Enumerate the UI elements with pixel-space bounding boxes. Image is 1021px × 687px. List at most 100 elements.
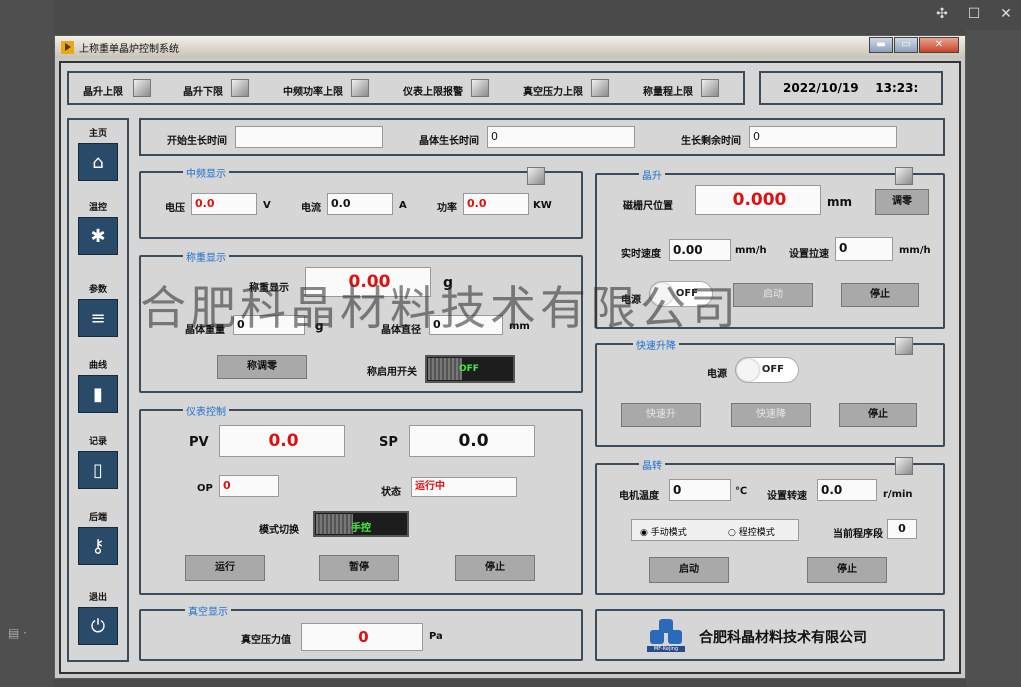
crystal-rotation-group: 晶转 电机温度 0 ℃ 设置转速 0.0 r/min ◉ 手动模式 ○ 程控模式…	[595, 457, 945, 595]
crystal-weight-label: 晶体重量	[185, 325, 225, 336]
datetime-panel: 2022/10/19 13:23:	[759, 71, 943, 105]
segment-label: 当前程序段	[833, 529, 883, 540]
nav-item-home[interactable]: 主页 ⌂	[69, 126, 127, 181]
motor-temp-field[interactable]: 0	[669, 479, 731, 501]
home-icon[interactable]: ⌂	[78, 143, 118, 181]
alarm-led	[471, 79, 489, 97]
op-field[interactable]: 0	[219, 475, 279, 497]
current-unit: A	[399, 200, 407, 211]
fast-up-button[interactable]: 快速升	[621, 403, 701, 427]
diameter-field[interactable]: 0	[429, 315, 503, 335]
maximize-button[interactable]: ▭	[894, 37, 918, 53]
program-mode-radio[interactable]: ○ 程控模式	[728, 525, 775, 538]
weigh-enable-switch[interactable]: OFF	[425, 355, 515, 383]
set-speed-field[interactable]: 0	[835, 237, 893, 261]
rot-speed-label: 设置转速	[767, 491, 807, 502]
lift-led	[895, 167, 913, 185]
nav-item-exit[interactable]: 退出 ⏻	[69, 590, 127, 645]
gear-icon[interactable]: ✱	[78, 217, 118, 255]
pin-icon[interactable]: ✣	[935, 6, 949, 22]
alarm-label: 真空压力上限	[523, 87, 583, 98]
meter-pause-button[interactable]: 暂停	[319, 555, 399, 581]
lift-start-button[interactable]: 启动	[733, 283, 813, 307]
restore-icon[interactable]: ☐	[967, 6, 981, 22]
minimize-button[interactable]: ▬	[869, 37, 893, 53]
nav-item-curve[interactable]: 曲线 ▮	[69, 358, 127, 413]
grating-label: 磁栅尺位置	[623, 201, 673, 212]
crystal-lift-group: 晶升 磁栅尺位置 0.000 mm 调零 实时速度 0.00 mm/h 设置拉速…	[595, 167, 945, 329]
meter-run-button[interactable]: 运行	[185, 555, 265, 581]
fast-down-button[interactable]: 快速降	[731, 403, 811, 427]
nav-item-temp[interactable]: 温控 ✱	[69, 200, 127, 255]
vacuum-field[interactable]: 0	[301, 623, 423, 651]
side-navigation: 主页 ⌂ 温控 ✱ 参数 ≡ 曲线 ▮ 记录 ▯ 后端 ⚷ 退出 ⏻	[67, 118, 129, 662]
mode-switch[interactable]: 手控	[313, 511, 409, 537]
weigh-display-field[interactable]: 0.00	[305, 267, 431, 297]
nav-item-params[interactable]: 参数 ≡	[69, 282, 127, 337]
rotate-led	[895, 457, 913, 475]
rotate-start-button[interactable]: 启动	[649, 557, 729, 583]
remain-time-field[interactable]: 0	[749, 126, 897, 148]
current-field[interactable]: 0.0	[327, 193, 393, 215]
app-icon	[61, 40, 74, 54]
weigh-display-group: 称重显示 称重显示 0.00 g 晶体重量 0 g 晶体直径 0 mm 称调零 …	[139, 249, 583, 393]
speed-unit: mm/h	[735, 245, 767, 256]
growth-time-panel: 开始生长时间 晶体生长时间 0 生长剩余时间 0	[139, 118, 945, 156]
datetime-display: 2022/10/19 13:23:	[783, 81, 919, 95]
mode-radio-group: ◉ 手动模式 ○ 程控模式	[631, 519, 799, 541]
power-icon[interactable]: ⏻	[78, 607, 118, 645]
alarm-label: 仪表上限报警	[403, 87, 463, 98]
remain-time-label: 生长剩余时间	[681, 136, 741, 147]
lift-title: 晶升	[639, 167, 665, 182]
pv-label: PV	[189, 435, 209, 450]
rot-speed-field[interactable]: 0.0	[817, 479, 877, 501]
fast-power-toggle[interactable]: OFF	[735, 357, 799, 383]
set-speed-label: 设置拉速	[789, 249, 829, 260]
speed-label: 实时速度	[621, 249, 661, 260]
alarm-led	[351, 79, 369, 97]
fast-title: 快速升降	[633, 337, 679, 352]
status-label: 状态	[381, 487, 401, 498]
close-button[interactable]: ✕	[919, 37, 959, 53]
nav-item-backend[interactable]: 后端 ⚷	[69, 510, 127, 565]
speed-field[interactable]: 0.00	[669, 239, 731, 261]
set-speed-unit: mm/h	[899, 245, 931, 256]
voltage-label: 电压	[165, 203, 185, 214]
key-icon[interactable]: ⚷	[78, 527, 118, 565]
bar-chart-icon[interactable]: ▮	[78, 375, 118, 413]
voltage-field[interactable]: 0.0	[191, 193, 257, 215]
lift-stop-button[interactable]: 停止	[841, 283, 919, 307]
host-desktop-right	[966, 30, 1021, 687]
power-label: 功率	[437, 203, 457, 214]
vacuum-title: 真空显示	[185, 603, 231, 618]
power-field[interactable]: 0.0	[463, 193, 529, 215]
manual-mode-radio[interactable]: ◉ 手动模式	[640, 525, 687, 538]
window-title: 上称重单晶炉控制系统	[79, 43, 179, 55]
alarm-label: 晶升上限	[83, 87, 123, 98]
host-window-controls: ✣ ☐ ✕	[935, 6, 1013, 22]
close-icon[interactable]: ✕	[999, 6, 1013, 22]
crystal-weight-field[interactable]: 0	[233, 315, 305, 335]
lift-power-toggle[interactable]: OFF	[649, 281, 713, 307]
sp-label: SP	[379, 435, 398, 450]
company-panel: MF-Kejing 合肥科晶材料技术有限公司	[595, 609, 945, 661]
fast-power-label: 电源	[707, 369, 727, 380]
meter-stop-button[interactable]: 停止	[455, 555, 535, 581]
grating-field[interactable]: 0.000	[695, 185, 821, 215]
motor-temp-label: 电机温度	[619, 491, 659, 502]
company-name: 合肥科晶材料技术有限公司	[699, 630, 867, 646]
start-time-field[interactable]	[235, 126, 383, 148]
tare-button[interactable]: 称调零	[217, 355, 307, 379]
start-time-label: 开始生长时间	[167, 136, 227, 147]
fast-stop-button[interactable]: 停止	[839, 403, 917, 427]
rotate-stop-button[interactable]: 停止	[807, 557, 887, 583]
sliders-icon[interactable]: ≡	[78, 299, 118, 337]
sp-field[interactable]: 0.0	[409, 425, 535, 457]
lift-zero-button[interactable]: 调零	[875, 189, 929, 215]
alarm-label: 晶升下限	[183, 87, 223, 98]
mode-switch-state: 手控	[351, 523, 371, 534]
pv-field[interactable]: 0.0	[219, 425, 345, 457]
clipboard-icon[interactable]: ▯	[78, 451, 118, 489]
nav-item-records[interactable]: 记录 ▯	[69, 434, 127, 489]
crystal-time-field[interactable]: 0	[487, 126, 635, 148]
